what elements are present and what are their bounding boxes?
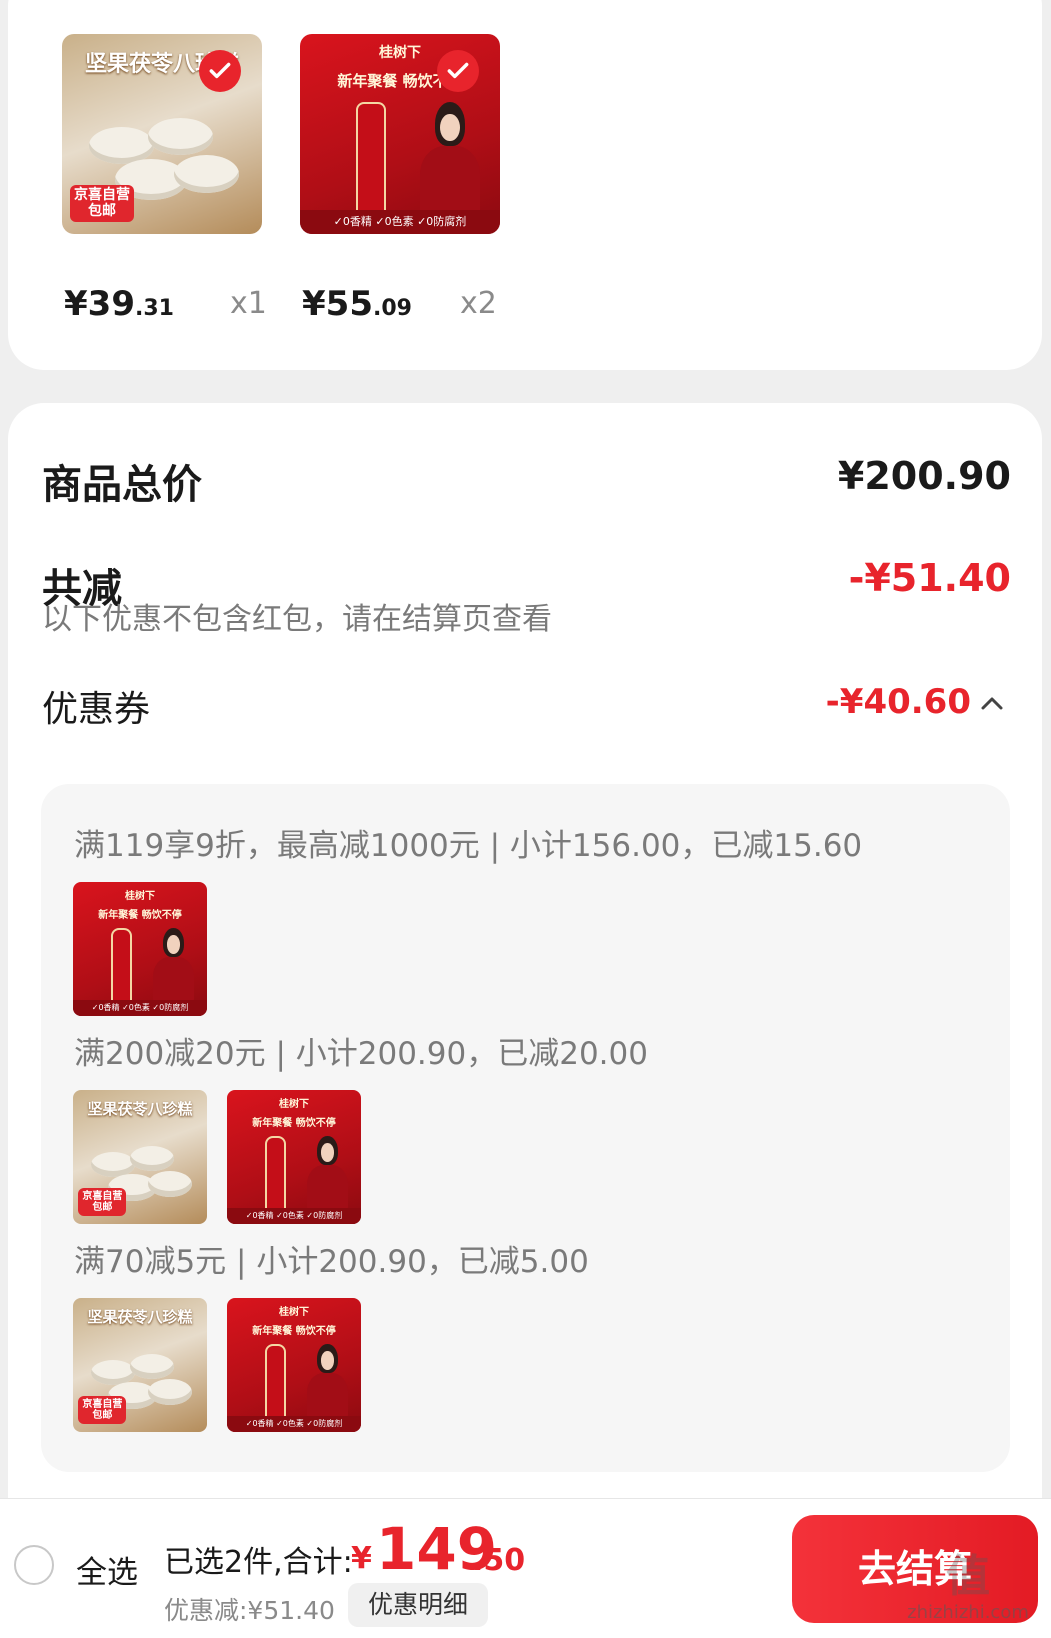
features-strip: ✓0香精 ✓0色素 ✓0防腐剂 xyxy=(73,999,207,1016)
select-all-label[interactable]: 全选 xyxy=(76,1547,138,1592)
bottle-image xyxy=(264,1343,286,1423)
item-checked-icon[interactable] xyxy=(199,50,241,92)
product-brand: 桂树下 xyxy=(279,1099,309,1111)
discount-summary-text: 优惠减:¥51.40 xyxy=(164,1596,335,1625)
product-brand: 桂树下 xyxy=(279,1307,309,1319)
model-image xyxy=(412,102,488,218)
features-strip: ✓0香精 ✓0色素 ✓0防腐剂 xyxy=(227,1415,361,1432)
coupon-value[interactable]: -¥40.60 xyxy=(826,682,971,722)
jx-badge: 京喜自营 包邮 xyxy=(78,1395,127,1424)
total-currency: ¥ xyxy=(351,1541,372,1576)
coupon-product-cake[interactable]: 坚果茯苓八珍糕 京喜自营 包邮 xyxy=(73,1298,207,1432)
discount-detail-button[interactable]: 优惠明细 xyxy=(348,1583,488,1627)
product-title: 新年聚餐 畅饮不停 xyxy=(252,1118,336,1130)
coupon-product-cake[interactable]: 坚果茯苓八珍糕 京喜自营 包邮 xyxy=(73,1090,207,1224)
watermark-url: zhizhizhi.com xyxy=(907,1602,1029,1623)
coupon-rule: 满200减20元 | 小计200.90，已减20.00 xyxy=(74,1036,648,1072)
features-strip: ✓0香精 ✓0色素 ✓0防腐剂 xyxy=(227,1207,361,1224)
model-image xyxy=(302,1135,353,1214)
bottle-image xyxy=(264,1135,286,1215)
bottle-image xyxy=(110,927,132,1007)
bottle-image xyxy=(356,102,386,218)
jx-badge: 京喜自营 包邮 xyxy=(70,185,134,222)
site-watermark: 值 zhizhizhi.com xyxy=(893,1552,1043,1632)
item-checked-icon[interactable] xyxy=(437,50,479,92)
features-strip: ✓0香精 ✓0色素 ✓0防腐剂 xyxy=(300,210,500,234)
coupon-rule: 满119享9折，最高减1000元 | 小计156.00，已减15.60 xyxy=(74,828,863,864)
total-price-label: 商品总价 xyxy=(42,462,202,508)
total-decimal: .50 xyxy=(472,1543,526,1578)
item-quantity: x2 xyxy=(460,286,497,321)
jx-badge: 京喜自营 包邮 xyxy=(78,1187,127,1216)
select-all-radio[interactable] xyxy=(14,1545,54,1585)
discount-value: -¥51.40 xyxy=(848,556,1011,600)
watermark-logo: 值 xyxy=(946,1551,990,1602)
item-quantity: x1 xyxy=(230,286,267,321)
model-image xyxy=(148,927,199,1006)
model-image xyxy=(302,1343,353,1422)
selected-count-text: 已选2件,合计: xyxy=(164,1545,353,1580)
discount-hint: 以下优惠不包含红包，请在结算页查看 xyxy=(42,602,552,637)
item-price: ¥55.09 xyxy=(302,284,412,324)
product-title: 坚果茯苓八珍糕 xyxy=(87,1100,193,1119)
coupon-product-drink[interactable]: 桂树下 新年聚餐 畅饮不停 ✓0香精 ✓0色素 ✓0防腐剂 xyxy=(227,1090,361,1224)
coupon-product-drink[interactable]: 桂树下 新年聚餐 畅饮不停 ✓0香精 ✓0色素 ✓0防腐剂 xyxy=(227,1298,361,1432)
total-price-value: ¥200.90 xyxy=(837,454,1011,498)
coupon-product-drink[interactable]: 桂树下 新年聚餐 畅饮不停 ✓0香精 ✓0色素 ✓0防腐剂 xyxy=(73,882,207,1016)
chevron-up-icon[interactable] xyxy=(979,694,1005,712)
coupon-rule: 满70减5元 | 小计200.90，已减5.00 xyxy=(74,1244,589,1280)
product-title: 新年聚餐 畅饮不停 xyxy=(252,1326,336,1338)
coupon-label[interactable]: 优惠券 xyxy=(42,680,150,732)
item-price: ¥39.31 xyxy=(64,284,174,324)
product-title: 新年聚餐 畅饮不停 xyxy=(98,910,182,922)
product-brand: 桂树下 xyxy=(125,891,155,903)
product-title: 坚果茯苓八珍糕 xyxy=(87,1308,193,1327)
